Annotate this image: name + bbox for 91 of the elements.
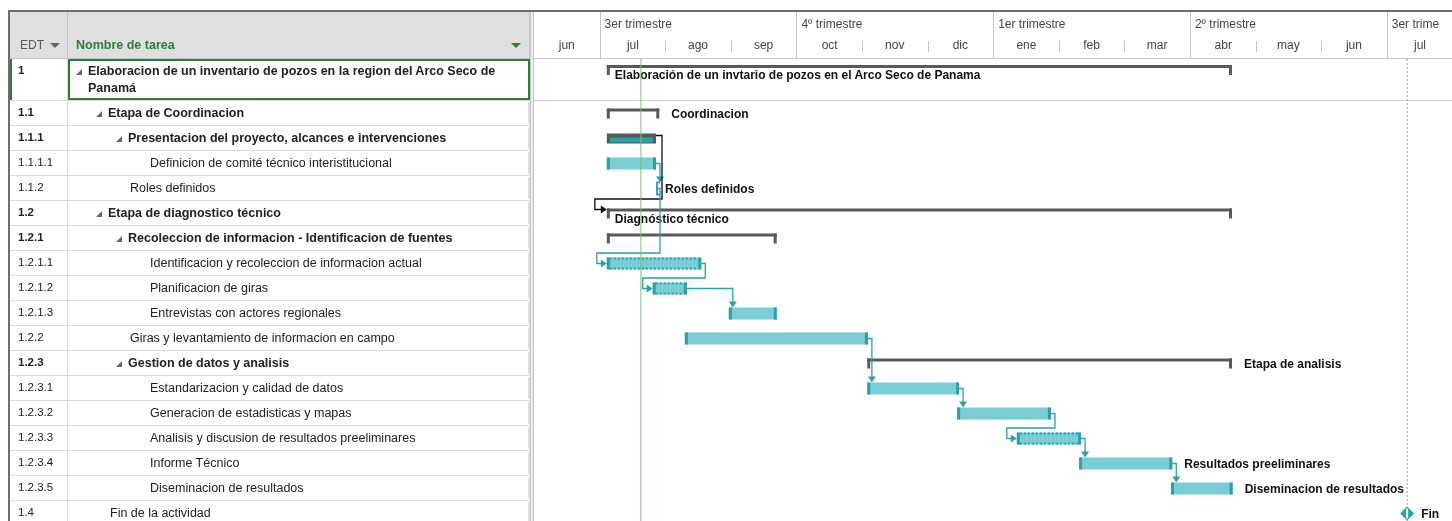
collapse-icon[interactable] [76, 69, 82, 75]
quarter-label: 3er trimestre [604, 17, 672, 31]
month-label: mar [1146, 38, 1168, 52]
wbs-cell: 1.2 [10, 201, 68, 225]
month-label: oct [821, 38, 838, 52]
wbs-cell: 1.2.3.2 [10, 401, 68, 425]
wbs-cell: 1.2.3.4 [10, 451, 68, 475]
task-name: Planificacion de giras [150, 280, 269, 297]
task-bar[interactable] [652, 282, 687, 295]
task-bar[interactable] [1016, 432, 1082, 445]
task-name: Elaboracion de un inventario de pozos en la region del Arco Seco de Panamá [88, 63, 497, 97]
task-bar[interactable] [606, 257, 702, 270]
task-name: Roles definidos [130, 180, 216, 197]
task-name: Diseminacion de resultados [150, 480, 304, 497]
task-bar[interactable] [606, 157, 656, 170]
task-name-cell[interactable]: Elaboracion de un inventario de pozos en la region del Arco Seco de Panamá [68, 59, 530, 100]
task-bar[interactable] [1171, 482, 1233, 495]
collapse-icon[interactable] [116, 236, 122, 242]
month-label: feb [1083, 38, 1100, 52]
wbs-cell: 1.4 [10, 501, 68, 521]
bar-label: Coordinacion [671, 106, 749, 121]
summary-bar[interactable] [606, 233, 777, 244]
task-name: Entrevistas con actores regionales [150, 305, 342, 322]
task-name: Definicion de comité técnico interistitucional [150, 155, 392, 172]
month-label: jul [626, 38, 639, 52]
wbs-cell: 1.2.3.5 [10, 476, 68, 500]
wbs-cell: 1.2.3.1 [10, 376, 68, 400]
month-label: jun [558, 38, 575, 52]
task-name: Recoleccion de informacion - Identificacion de fuentes [128, 230, 453, 247]
task-name: Presentacion del proyecto, alcances e intervenciones [128, 130, 447, 147]
task-name: Gestion de datos y analisis [128, 355, 290, 372]
task-bar[interactable] [957, 407, 1051, 420]
month-label: sep [753, 38, 774, 52]
quarter-label: 1er trimestre [998, 17, 1066, 31]
task-name: Giras y levantamiento de informacion en campo [130, 330, 395, 347]
wbs-cell: 1.1.1.1 [10, 151, 68, 175]
bar-label: Fin [1421, 506, 1440, 521]
bar-label: Roles definidos [665, 181, 755, 196]
bar-label: Resultados preeliminares [1184, 456, 1331, 471]
month-label: ago [687, 38, 708, 52]
wbs-cell: 1.2.3.3 [10, 426, 68, 450]
task-bar[interactable] [867, 382, 960, 395]
bar-label: Elaboración de un invtario de pozos en el Arco Seco de Panama [614, 68, 981, 82]
wbs-cell: 1.1.2 [10, 176, 68, 200]
task-bar[interactable] [1079, 457, 1173, 470]
caret-icon[interactable] [50, 43, 60, 48]
quarter-label: 2º trimestre [1194, 17, 1256, 31]
wbs-cell: 1.2.1.1 [10, 251, 68, 275]
column-header[interactable]: EDT [10, 12, 68, 58]
task-name: Informe Técnico [150, 455, 240, 472]
summary-bar[interactable] [606, 108, 660, 119]
dependency-arrow [867, 337, 876, 383]
wbs-cell: 1 [10, 59, 68, 100]
month-label: jul [1414, 38, 1426, 52]
dependency-arrow [958, 387, 968, 408]
wbs-cell: 1.2.1.2 [10, 276, 68, 300]
month-label: may [1277, 38, 1300, 52]
bar-label: Etapa de analisis [1244, 356, 1342, 371]
summary-bar[interactable] [867, 358, 1232, 369]
collapse-icon[interactable] [96, 111, 102, 117]
task-name: Analisis y discusion de resultados preeliminares [150, 430, 416, 447]
task-name: Estandarizacion y calidad de datos [150, 380, 344, 397]
month-label: ene [1016, 38, 1037, 52]
dependency-arrow [1080, 437, 1090, 458]
wbs-cell: 1.1 [10, 101, 68, 125]
task-bar[interactable] [684, 332, 868, 345]
dependency-arrow [1171, 462, 1181, 483]
month-label: dic [952, 38, 969, 52]
caret-icon[interactable] [511, 43, 521, 48]
task-name: Fin de la actividad [110, 505, 211, 521]
month-label: abr [1214, 38, 1232, 52]
month-label: jun [1345, 38, 1362, 52]
collapse-icon[interactable] [96, 211, 102, 217]
wbs-cell: 1.2.1 [10, 226, 68, 250]
bar-label: Diseminacion de resultados [1244, 481, 1405, 496]
wbs-cell: 1.2.1.3 [10, 301, 68, 325]
wbs-cell: 1.2.3 [10, 351, 68, 375]
collapse-icon[interactable] [116, 136, 122, 142]
month-label: nov [885, 38, 905, 52]
quarter-label: 3er trime [1391, 17, 1440, 31]
collapse-icon[interactable] [116, 361, 122, 367]
dependency-arrow [1006, 412, 1056, 443]
wbs-cell: 1.1.1 [10, 126, 68, 150]
task-name: Etapa de Coordinacion [108, 105, 245, 122]
task-bar[interactable] [728, 307, 777, 320]
quarter-label: 4º trimestre [801, 17, 863, 31]
wbs-cell: 1.2.2 [10, 326, 68, 350]
task-name: Identificacion y recoleccion de informacion actual [150, 255, 422, 272]
task-name: Etapa de diagnostico técnico [108, 205, 281, 222]
milestone-marker[interactable] [1400, 506, 1415, 521]
task-name: Generacion de estadisticas y mapas [150, 405, 352, 422]
